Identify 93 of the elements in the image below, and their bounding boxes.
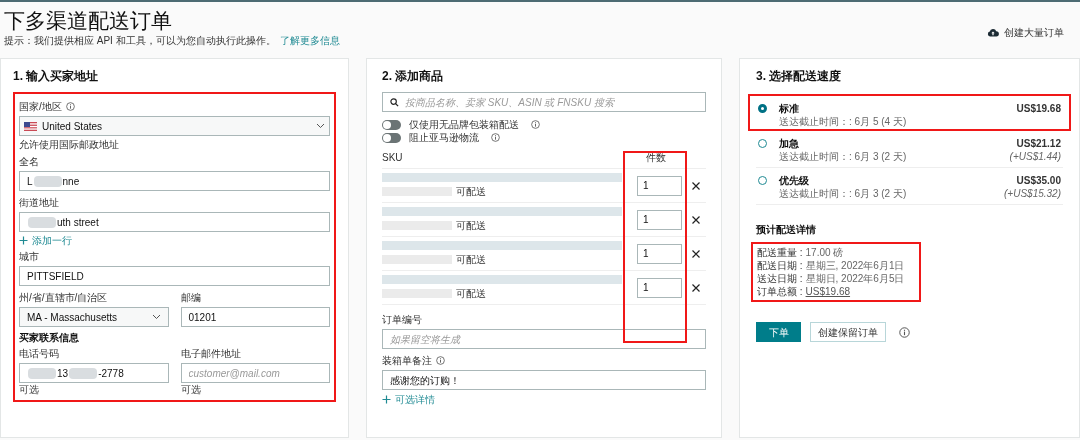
page-title: 下多渠道配送订单 — [4, 8, 173, 34]
info-icon[interactable] — [531, 120, 540, 129]
field-label: 电话号码 — [19, 347, 60, 360]
price-difference: (+US$1.44) — [1009, 150, 1061, 163]
chevron-down-icon — [151, 314, 161, 320]
detail-value: 星期三, 2022年6月1日 — [805, 259, 905, 272]
text-field[interactable]: 01201 — [180, 307, 330, 327]
option-price: US$35.00 — [1015, 174, 1061, 187]
subsection-heading: 预计配送详情 — [756, 223, 817, 236]
text-field[interactable]: 感谢您的订购！ — [382, 370, 706, 390]
us-flag-icon — [24, 121, 37, 131]
order-id-field[interactable]: 如果留空将生成 — [382, 329, 706, 349]
quantity-field[interactable]: 1 — [637, 243, 682, 264]
text-field[interactable]: PITTSFIELD — [19, 266, 330, 286]
order-total-link[interactable]: US$19.68 — [805, 285, 851, 298]
status-text: 可配送 — [456, 219, 486, 232]
status-text: 可配送 — [456, 185, 486, 198]
info-icon[interactable] — [899, 326, 910, 338]
delivery-deadline: 送达截止时间：: 6月 5 (4 天) — [779, 115, 908, 128]
shipping-option[interactable]: 优先级 送达截止时间：: 6月 3 (2 天) US$35.00 (+US$15.32) — [756, 168, 1063, 205]
state-select[interactable]: MA - Massachusetts — [19, 307, 169, 327]
quantity-field[interactable]: 1 — [637, 209, 682, 230]
option-price: US$21.12 — [1015, 137, 1061, 150]
column-header: 件数 — [646, 151, 667, 164]
detail-value: 星期日, 2022年6月5日 — [805, 272, 905, 285]
close-icon[interactable] — [692, 181, 700, 190]
toggle-switch[interactable] — [382, 119, 401, 130]
delivery-deadline: 送达截止时间：: 6月 3 (2 天) — [779, 187, 908, 200]
bulk-order-button[interactable]: 创建大量订单 — [987, 26, 1064, 39]
info-icon[interactable] — [491, 133, 500, 142]
hold-order-button[interactable]: 创建保留订单 — [810, 322, 886, 342]
option-price: US$19.68 — [1016, 102, 1061, 115]
detail-label: 配送重量 : — [757, 246, 803, 259]
redacted-blur — [28, 367, 56, 379]
redacted-blur — [28, 216, 56, 228]
field-label: 国家/地区 — [19, 100, 330, 113]
price-difference: (+US$15.32) — [1004, 187, 1061, 200]
radio-button[interactable] — [758, 104, 767, 113]
quantity-field[interactable]: 1 — [637, 277, 682, 298]
info-icon[interactable] — [65, 102, 75, 111]
plus-icon — [382, 395, 391, 404]
detail-value: 17.00 磅 — [805, 246, 844, 259]
toggle-label: 仅使用无品牌包装箱配送 — [409, 118, 519, 131]
country-select[interactable]: United States — [19, 116, 330, 136]
field-label: 装箱单备注 — [382, 354, 706, 367]
option-name: 标准 — [779, 102, 800, 115]
plus-icon — [19, 236, 28, 245]
detail-label: 送达日期 : — [757, 272, 803, 285]
field-label: 全名 — [19, 155, 40, 168]
field-label: 城市 — [19, 250, 40, 263]
hint-text: 允许使用国际邮政地址 — [19, 138, 120, 151]
delivery-deadline: 送达截止时间：: 6月 3 (2 天) — [779, 150, 908, 163]
field-label: 电子邮件地址 — [180, 347, 242, 360]
close-icon[interactable] — [692, 283, 700, 292]
close-icon[interactable] — [692, 215, 700, 224]
toggle-label: 阻止亚马逊物流 — [409, 131, 479, 144]
option-name: 优先级 — [779, 174, 810, 187]
text-field[interactable]: uth street — [19, 212, 330, 232]
section-heading: 1. 输入买家地址 — [13, 69, 100, 84]
add-line-link[interactable]: 添加一行 — [19, 234, 72, 247]
option-name: 加急 — [779, 137, 800, 150]
field-label: 州/省/直辖市/自治区 — [19, 291, 109, 304]
email-field[interactable]: customer@mail.com — [180, 363, 330, 383]
field-label: 邮编 — [180, 291, 202, 304]
redacted-blur — [69, 367, 98, 379]
close-icon[interactable] — [692, 249, 700, 258]
info-icon[interactable] — [436, 356, 445, 365]
optional-note: 可选 — [180, 383, 202, 396]
column-header: SKU — [382, 151, 404, 164]
hint-text: 提示：我们提供相应 API 和工具，可以为您自动执行此操作。 — [4, 34, 276, 47]
section-heading: 3. 选择配送速度 — [756, 69, 843, 84]
field-label: 街道地址 — [19, 196, 60, 209]
detail-label: 订单总额 : — [757, 285, 803, 298]
cloud-upload-icon — [987, 28, 999, 37]
shipping-option[interactable]: 标准 送达截止时间：: 6月 5 (4 天) US$19.68 — [748, 94, 1071, 131]
subsection-heading: 买家联系信息 — [19, 331, 80, 344]
search-icon — [390, 97, 399, 107]
section-heading: 2. 添加商品 — [382, 69, 445, 84]
optional-note: 可选 — [19, 383, 40, 396]
status-text: 可配送 — [456, 253, 486, 266]
toggle-switch[interactable] — [382, 132, 401, 143]
place-order-button[interactable]: 下单 — [756, 322, 801, 342]
shipping-option[interactable]: 加急 送达截止时间：: 6月 3 (2 天) US$21.12 (+US$1.44) — [756, 131, 1063, 168]
learn-more-link[interactable]: 了解更多信息 — [279, 34, 340, 47]
chevron-down-icon — [316, 123, 325, 129]
status-text: 可配送 — [456, 287, 486, 300]
field-label: 订单编号 — [382, 313, 423, 326]
quantity-field[interactable]: 1 — [637, 175, 682, 196]
text-field[interactable]: 13 -2778 — [19, 363, 169, 383]
detail-label: 配送日期 : — [757, 259, 803, 272]
redacted-blur — [33, 175, 62, 187]
optional-details-link[interactable]: 可选详情 — [382, 393, 435, 406]
text-field[interactable]: L nne — [19, 171, 330, 191]
